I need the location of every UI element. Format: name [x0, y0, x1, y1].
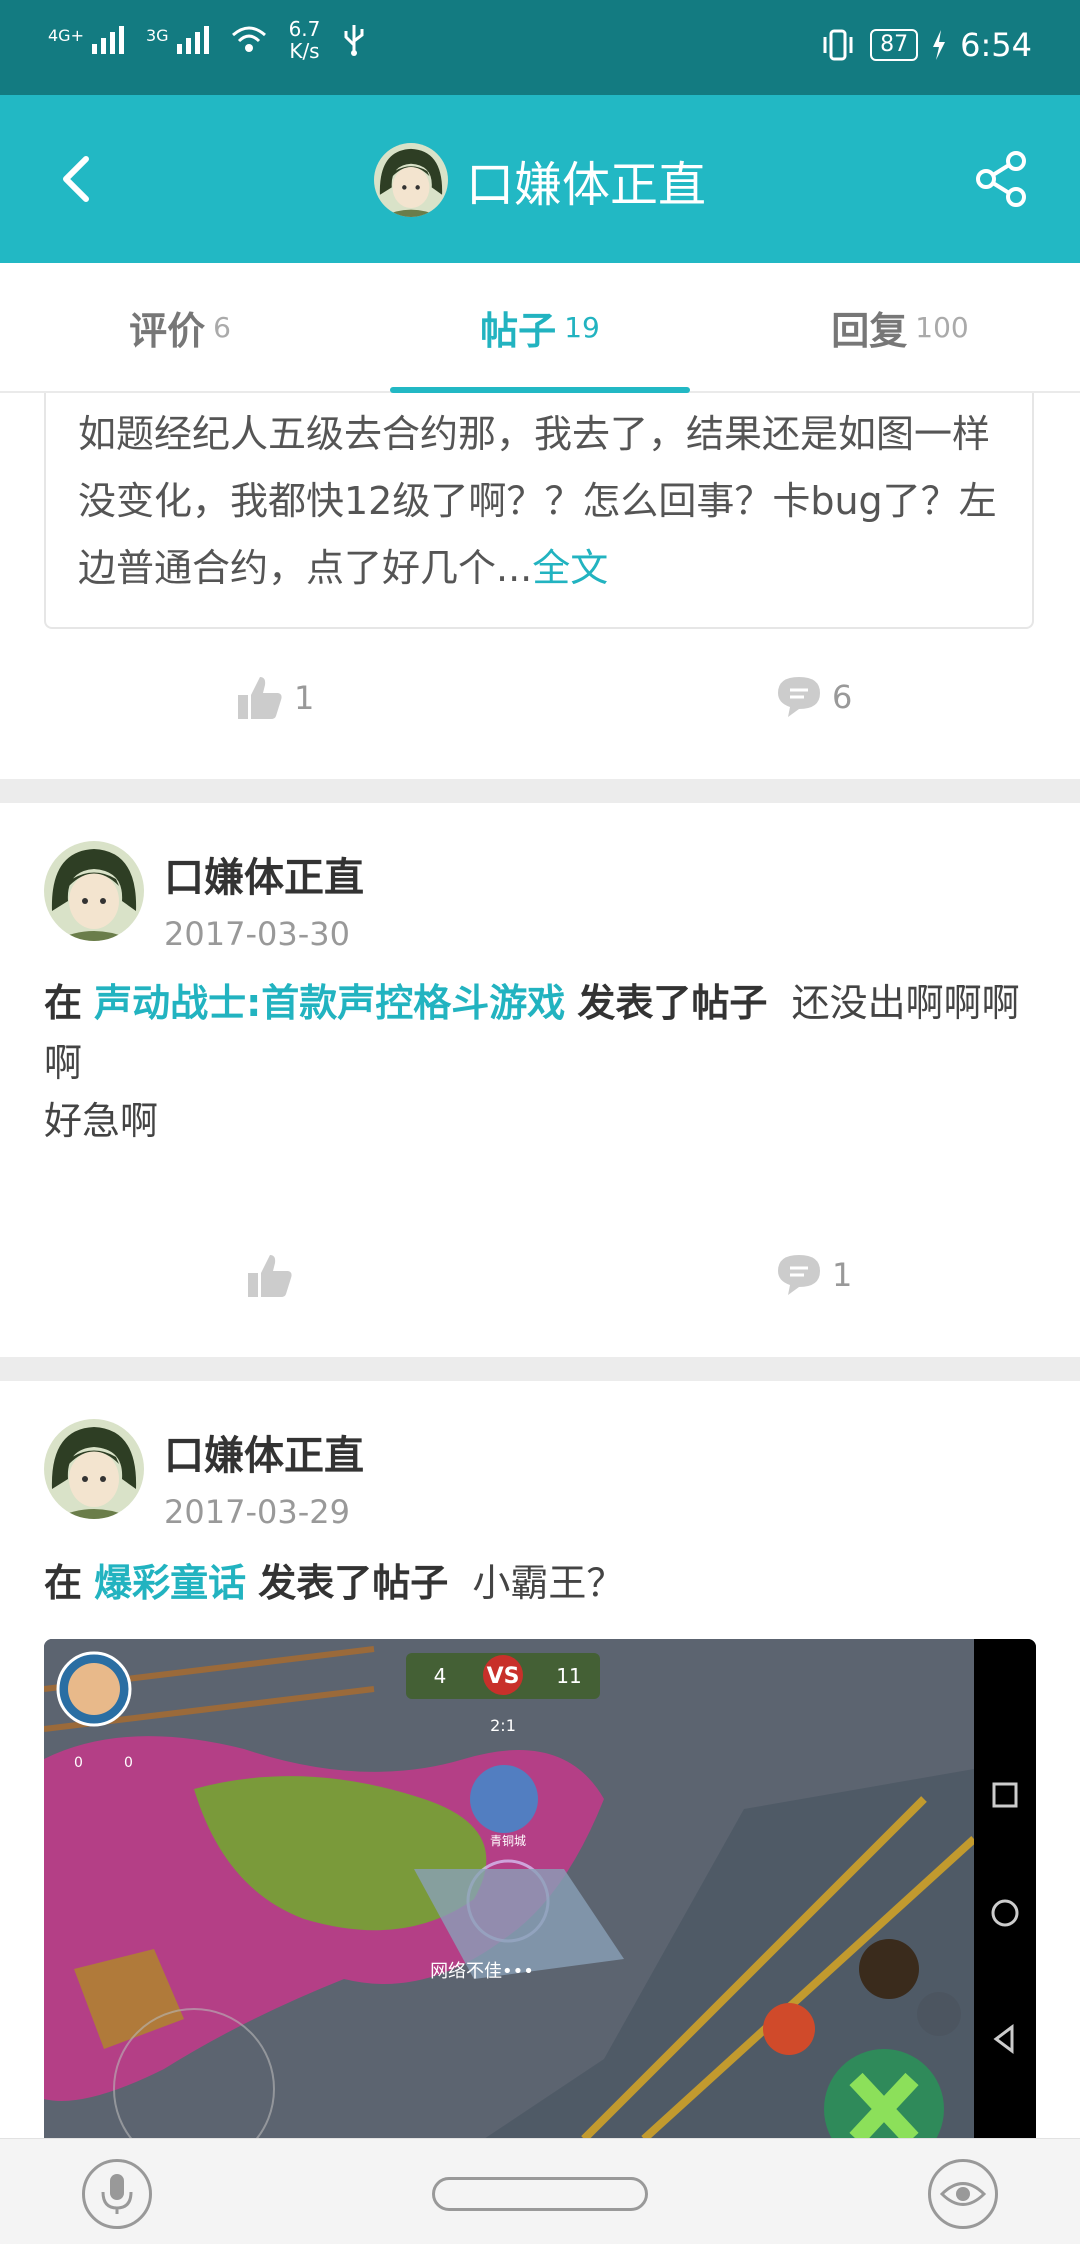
svg-text:11: 11 [556, 1664, 581, 1688]
comment-icon [778, 1255, 820, 1295]
user-avatar[interactable] [44, 1419, 144, 1519]
post-feed[interactable]: 如题经纪人五级去合约那，我去了，结果还是如图一样没变化，我都快12级了啊？？怎么… [0, 393, 1080, 2138]
tab-replies[interactable]: 回复 100 [720, 263, 1080, 391]
share-icon[interactable] [972, 149, 1032, 209]
like-button[interactable] [246, 1253, 294, 1299]
user-avatar [373, 143, 448, 217]
read-more-link[interactable]: 全文 [532, 546, 608, 590]
post-body-card[interactable]: 如题经纪人五级去合约那，我去了，结果还是如图一样没变化，我都快12级了啊？？怎么… [44, 393, 1034, 629]
title-bar: 口嫌体正直 [0, 95, 1080, 263]
voice-input-button[interactable] [82, 2159, 152, 2229]
post-image[interactable]: VS 4 11 2:1 0 0 青铜城 网络不佳••• [44, 1639, 1036, 2138]
svg-text:2:1: 2:1 [490, 1716, 516, 1735]
username[interactable]: 口嫌体正直 [164, 1423, 364, 1481]
post-date: 2017-03-30 [164, 915, 350, 953]
post-title-line[interactable]: 在 声动战士:首款声控格斗游戏 发表了帖子 还没出啊啊啊啊 [44, 973, 1034, 1093]
svg-text:0: 0 [124, 1755, 133, 1771]
comment-icon [778, 677, 820, 717]
svg-text:网络不佳•••: 网络不佳••• [430, 1961, 534, 1982]
game-link[interactable]: 爆彩童话 [94, 1561, 246, 1605]
username[interactable]: 口嫌体正直 [164, 845, 364, 903]
battery-indicator: 87 [870, 29, 919, 61]
svg-text:4: 4 [434, 1664, 447, 1688]
game-link[interactable]: 声动战士:首款声控格斗游戏 [94, 981, 565, 1025]
tab-reviews[interactable]: 评价 6 [0, 263, 360, 391]
charging-icon [933, 30, 946, 60]
usb-icon [344, 25, 364, 56]
thumbs-up-icon [248, 1255, 292, 1297]
comment-button[interactable]: 6 [776, 675, 852, 719]
svg-text:0: 0 [74, 1755, 83, 1771]
user-avatar[interactable] [44, 841, 144, 941]
post-header: 口嫌体正直 2017-03-29 [44, 1419, 364, 1531]
page-title: 口嫌体正直 [465, 157, 706, 213]
signal-icon-2: 3G [146, 26, 209, 54]
eye-mode-button[interactable] [928, 2159, 998, 2229]
status-bar: 4G+ 3G 6.7 K/s 87 6:54 [0, 0, 1080, 95]
post-title: 小霸王？ [472, 1561, 625, 1605]
post-title-line[interactable]: 在 爆彩童话 发表了帖子 小霸王？ [44, 1553, 1034, 1613]
network-speed: 6.7 K/s [288, 17, 321, 63]
home-gesture-bar[interactable] [432, 2177, 648, 2211]
tab-bar: 评价 6 帖子 19 回复 100 [0, 263, 1080, 393]
tab-posts[interactable]: 帖子 19 [360, 263, 720, 393]
like-button[interactable]: 1 [236, 675, 314, 721]
comment-button[interactable]: 1 [776, 1253, 852, 1297]
system-nav-bar [0, 2138, 1080, 2244]
post-date: 2017-03-29 [164, 1493, 350, 1531]
eye-icon [940, 2182, 986, 2206]
post-header: 口嫌体正直 2017-03-30 [44, 841, 364, 953]
divider [0, 779, 1080, 803]
microphone-icon [101, 2174, 133, 2214]
svg-text:青铜城: 青铜城 [490, 1833, 526, 1848]
vibrate-icon [823, 29, 853, 61]
clock: 6:54 [960, 26, 1032, 64]
signal-icon-1: 4G+ [48, 26, 124, 54]
post-body-text: 好急啊 [44, 1099, 159, 1143]
svg-text:VS: VS [487, 1664, 520, 1689]
thumbs-up-icon [238, 677, 282, 719]
divider [0, 1357, 1080, 1381]
wifi-icon [231, 26, 266, 52]
